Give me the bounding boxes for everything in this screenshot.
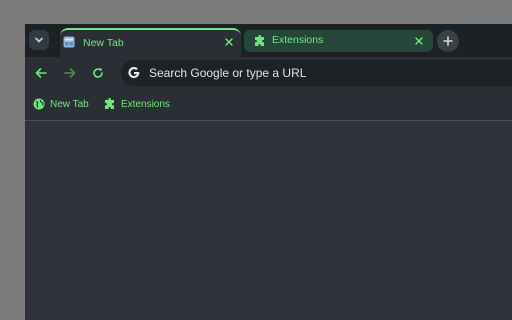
tab-label: New Tab [83, 37, 124, 49]
globe-icon [33, 98, 45, 110]
reload-icon [93, 68, 103, 78]
back-button[interactable] [32, 64, 50, 82]
close-icon [415, 37, 423, 45]
new-tab-button[interactable] [437, 30, 459, 52]
tab-search-button[interactable] [29, 30, 49, 50]
bookmark-extensions[interactable]: Extensions [104, 96, 170, 112]
bookmark-label: New Tab [50, 98, 89, 110]
tab-extensions[interactable]: Extensions [244, 30, 433, 52]
tab-close-button[interactable] [222, 35, 236, 49]
close-icon [225, 38, 233, 46]
reload-button[interactable] [89, 64, 107, 82]
arrow-left-icon [35, 68, 47, 78]
forward-button[interactable] [61, 64, 79, 82]
plus-icon [443, 36, 453, 46]
bookmark-new-tab[interactable]: New Tab [33, 96, 89, 112]
page-content [25, 121, 512, 320]
omnibox-placeholder: Search Google or type a URL [149, 66, 307, 80]
tab-close-button[interactable] [412, 34, 426, 48]
toolbar: Search Google or type a URL [25, 57, 512, 88]
new-tab-favicon [63, 36, 75, 48]
puzzle-piece-icon [105, 98, 114, 109]
omnibox[interactable]: Search Google or type a URL [121, 60, 512, 86]
tab-new-tab[interactable]: New Tab [60, 28, 241, 57]
tab-strip: New Tab Extensions [25, 24, 512, 57]
puzzle-piece-icon [255, 35, 264, 46]
chevron-down-icon [35, 37, 43, 43]
google-g-icon [128, 67, 140, 79]
bookmarks-bar: New Tab Extensions [25, 88, 512, 121]
browser-window: New Tab Extensions Search Google or type… [25, 24, 512, 320]
tab-label: Extensions [272, 34, 324, 46]
arrow-right-icon [64, 68, 76, 78]
bookmark-label: Extensions [121, 98, 170, 110]
